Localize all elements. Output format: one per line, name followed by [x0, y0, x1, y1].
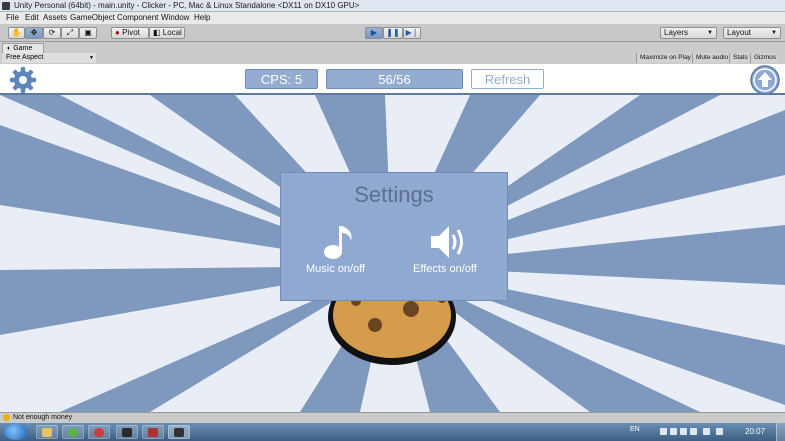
move-tool-icon: ✥ — [30, 28, 38, 37]
game-view-header: ◐ Game Free Aspect ▼ Maximize on Play Mu… — [0, 42, 785, 64]
menu-help[interactable]: Help — [194, 12, 210, 24]
hand-tool-icon: ✋ — [11, 28, 22, 37]
music-toggle-label[interactable]: Music on/off — [306, 263, 365, 276]
rect-tool-button[interactable]: ▣ — [79, 27, 97, 39]
layout-label: Layout — [727, 28, 752, 37]
gizmos-dropdown[interactable]: Gizmos — [750, 53, 779, 63]
app-icon — [148, 428, 158, 437]
speaker-icon[interactable] — [429, 223, 469, 261]
app-icon — [94, 428, 104, 437]
taskbar-app-dark[interactable] — [116, 425, 138, 439]
language-indicator[interactable]: EN — [630, 426, 640, 433]
menu-file[interactable]: File — [6, 12, 19, 24]
toolbar: ✋ ✥ ⟳ ⤢ ▣ ● Pivot ◧ Local ▶ ❚❚ ▶❘ Layers… — [0, 24, 785, 42]
settings-panel: Settings Music on/off Effects on/off — [280, 172, 508, 301]
app-icon — [122, 428, 132, 437]
menu-window[interactable]: Window — [161, 12, 189, 24]
scale-tool-icon: ⤢ — [66, 28, 74, 37]
game-tab-label: Game — [13, 45, 33, 52]
pause-button[interactable]: ❚❚ — [383, 27, 403, 39]
tray-icon[interactable] — [660, 428, 667, 435]
refresh-button[interactable]: Refresh — [471, 69, 544, 89]
menu-bar: File Edit Assets GameObject Component Wi… — [0, 12, 785, 24]
scale-tool-button[interactable]: ⤢ — [61, 27, 79, 39]
chevron-down-icon: ▼ — [707, 30, 713, 36]
layers-label: Layers — [664, 28, 689, 37]
stats-toggle[interactable]: Stats — [729, 53, 750, 63]
layers-dropdown[interactable]: Layers ▼ — [660, 27, 717, 39]
chevron-down-icon: ▼ — [89, 55, 94, 61]
local-icon: ◧ — [153, 28, 161, 37]
chevron-down-icon: ▼ — [771, 30, 777, 36]
tray-icon[interactable] — [680, 428, 687, 435]
game-top-bar: CPS: 5 56/56 Refresh — [0, 64, 785, 95]
layout-dropdown[interactable]: Layout ▼ — [723, 27, 781, 39]
play-icon: ▶ — [370, 28, 378, 37]
start-button[interactable] — [4, 424, 28, 440]
folder-icon — [42, 428, 52, 437]
clock[interactable]: 20:07 — [745, 427, 765, 436]
tray-icon[interactable] — [670, 428, 677, 435]
warning-icon — [3, 414, 10, 421]
rect-tool-icon: ▣ — [84, 28, 92, 37]
menu-edit[interactable]: Edit — [25, 12, 39, 24]
tab-game[interactable]: ◐ Game — [2, 43, 44, 53]
rotate-tool-button[interactable]: ⟳ — [43, 27, 61, 39]
unity-app-icon — [174, 428, 184, 437]
maximize-on-play-toggle[interactable]: Maximize on Play — [636, 53, 693, 63]
local-label: Local — [162, 28, 182, 37]
move-tool-button[interactable]: ✥ — [25, 27, 43, 39]
tray-icon[interactable] — [690, 428, 697, 435]
network-icon[interactable] — [703, 428, 710, 435]
taskbar-app-mixed[interactable] — [142, 425, 164, 439]
pivot-toggle[interactable]: ● Pivot — [111, 27, 149, 39]
menu-component[interactable]: Component — [117, 12, 158, 24]
step-icon: ▶❘ — [405, 28, 419, 37]
effects-toggle-label[interactable]: Effects on/off — [413, 263, 477, 276]
up-arrow-icon[interactable] — [749, 65, 781, 95]
local-toggle[interactable]: ◧ Local — [149, 27, 185, 39]
taskbar-app-red[interactable] — [88, 425, 110, 439]
music-note-icon[interactable] — [319, 223, 359, 261]
unity-app-icon — [2, 2, 10, 10]
gear-icon[interactable] — [8, 66, 38, 94]
hand-tool-button[interactable]: ✋ — [8, 27, 25, 39]
taskbar: EN 20:07 — [0, 423, 785, 441]
chocolate-chip — [368, 318, 382, 332]
show-desktop-button[interactable] — [776, 423, 785, 441]
menu-gameobject[interactable]: GameObject — [70, 12, 115, 24]
pivot-label: Pivot — [122, 28, 140, 37]
cps-display: CPS: 5 — [245, 69, 318, 89]
pause-icon: ❚❚ — [386, 28, 400, 37]
status-message[interactable]: Not enough money — [13, 413, 72, 423]
status-bar: Not enough money — [0, 412, 785, 423]
rotate-tool-icon: ⟳ — [48, 28, 56, 37]
window-title-bar: Unity Personal (64bit) - main.unity - Cl… — [0, 0, 785, 12]
volume-icon[interactable] — [716, 428, 723, 435]
app-icon — [68, 428, 78, 437]
mute-audio-toggle[interactable]: Mute audio — [692, 53, 731, 63]
game-tab-icon: ◐ — [7, 45, 12, 52]
menu-assets[interactable]: Assets — [43, 12, 67, 24]
aspect-dropdown[interactable]: Free Aspect ▼ — [2, 53, 96, 63]
play-button[interactable]: ▶ — [365, 27, 383, 39]
step-button[interactable]: ▶❘ — [403, 27, 421, 39]
pivot-icon: ● — [115, 28, 120, 37]
cookie-count-display: 56/56 — [326, 69, 463, 89]
chocolate-chip — [403, 301, 419, 317]
taskbar-explorer[interactable] — [36, 425, 58, 439]
aspect-label: Free Aspect — [6, 54, 44, 61]
taskbar-unity[interactable] — [168, 425, 190, 439]
settings-title: Settings — [354, 182, 434, 207]
taskbar-app-green[interactable] — [62, 425, 84, 439]
window-title: Unity Personal (64bit) - main.unity - Cl… — [14, 1, 360, 10]
